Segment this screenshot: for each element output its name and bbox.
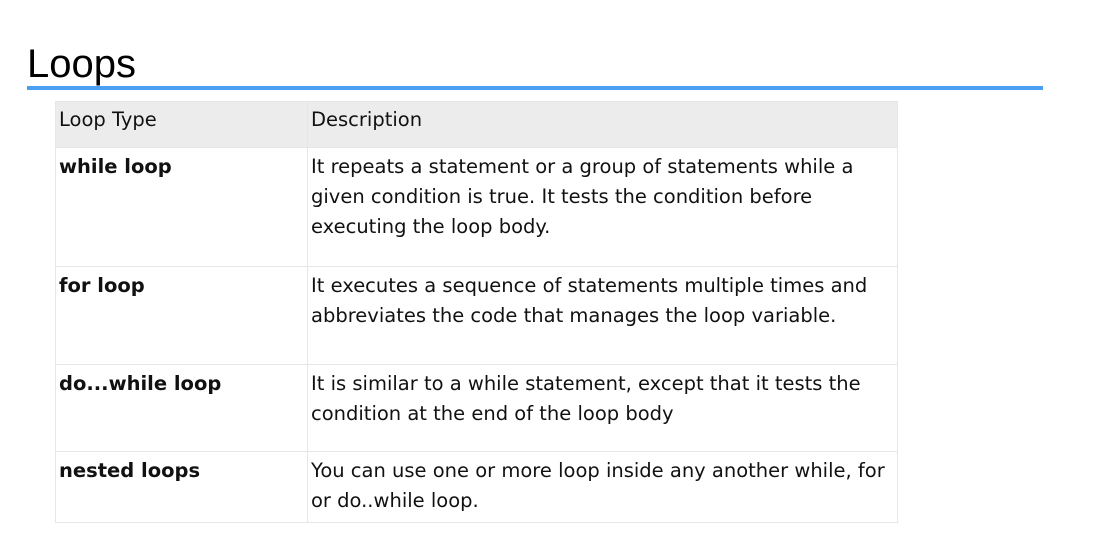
table-row: nested loops You can use one or more loo… <box>55 451 898 523</box>
slide-title: Loops <box>27 42 136 86</box>
column-header-description: Description <box>307 101 898 148</box>
table-header-row: Loop Type Description <box>55 101 898 148</box>
loop-type-cell: for loop <box>55 266 308 365</box>
loop-type-cell: do...while loop <box>55 364 308 452</box>
description-cell: You can use one or more loop inside any … <box>307 451 898 523</box>
table-row: for loop It executes a sequence of state… <box>55 266 898 365</box>
description-cell: It repeats a statement or a group of sta… <box>307 147 898 267</box>
description-cell: It is similar to a while statement, exce… <box>307 364 898 452</box>
loops-table: Loop Type Description while loop It repe… <box>55 101 898 523</box>
description-cell: It executes a sequence of statements mul… <box>307 266 898 365</box>
table-row: while loop It repeats a statement or a g… <box>55 147 898 267</box>
title-underline <box>27 86 1043 90</box>
loop-type-cell: while loop <box>55 147 308 267</box>
column-header-loop-type: Loop Type <box>55 101 308 148</box>
table-row: do...while loop It is similar to a while… <box>55 364 898 452</box>
loop-type-cell: nested loops <box>55 451 308 523</box>
